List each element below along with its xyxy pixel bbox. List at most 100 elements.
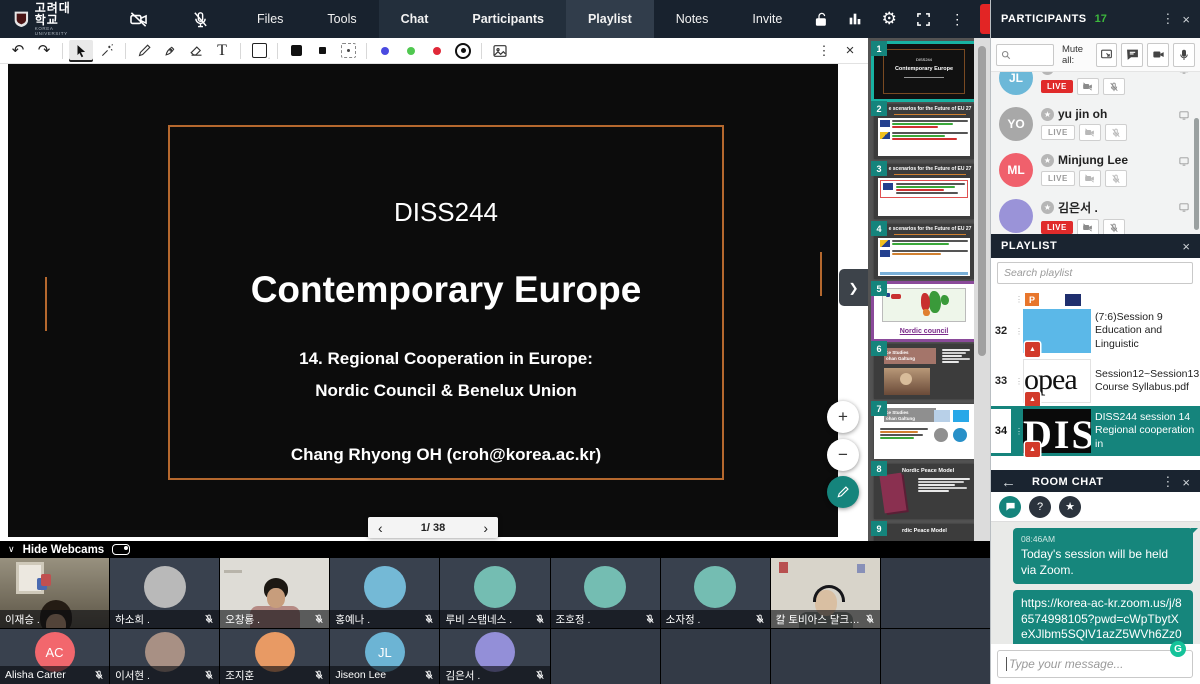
webcam-tile[interactable]: 조호정 . (551, 558, 660, 628)
playlist-close-icon[interactable]: × (1182, 239, 1190, 254)
thumbnail-scrollbar-thumb[interactable] (978, 46, 986, 356)
webcam-tile[interactable]: 이재승 . (0, 558, 109, 628)
drag-handle-icon[interactable]: ⋮ (1015, 377, 1019, 386)
help-tab-icon[interactable]: ? (1029, 496, 1051, 518)
chat-message-link[interactable]: https://korea-ac-kr.zoom.us/j/8657499810… (1013, 590, 1193, 644)
playlist-item-partial[interactable]: ⋮ P (991, 292, 1200, 306)
webcam-tile[interactable]: 하소희 . (110, 558, 219, 628)
camera-off-icon[interactable] (1077, 78, 1099, 95)
color-green[interactable] (399, 40, 423, 62)
redo-icon[interactable]: ↷ (32, 40, 56, 62)
playlist-item-32[interactable]: 32 ⋮ ▲ (7:6)Session 9 Education and Ling… (991, 306, 1200, 356)
next-page-icon[interactable]: › (483, 521, 488, 535)
slide-thumb-1[interactable]: 1 DISS244 Contemporary Europe (874, 44, 974, 99)
pen-nib-tool[interactable] (158, 40, 182, 62)
undo-icon[interactable]: ↶ (6, 40, 30, 62)
webcam-toggle-icon[interactable] (112, 544, 130, 555)
monitor-icon[interactable] (1178, 202, 1190, 213)
text-tool[interactable]: T (210, 40, 234, 62)
chevron-down-icon[interactable]: ∨ (8, 544, 15, 555)
chat-message-input[interactable]: Type your message... G (997, 650, 1193, 678)
participants-more-icon[interactable]: ⋮ (1161, 11, 1174, 27)
webcam-tile[interactable]: 이서현 . (110, 629, 219, 684)
webcam-tile[interactable]: 조지훈 (220, 629, 329, 684)
slide-thumb-7[interactable]: 7 ce Studies ohan Galtung (874, 404, 974, 459)
playlist-item-33[interactable]: 33 ⋮ opea▲ Session12~Session13 Course Sy… (991, 356, 1200, 406)
participants-scrollbar-thumb[interactable] (1194, 118, 1199, 230)
participants-search-input[interactable] (996, 44, 1054, 66)
webcam-tile[interactable]: AC Alisha Carter (0, 629, 109, 684)
menu-chat[interactable]: Chat (379, 0, 451, 38)
webcam-tile[interactable]: 오창룡 . (220, 558, 329, 628)
playlist-item-34-selected[interactable]: 34 ⋮ DIS▲ DISS244 session 14 Regional co… (991, 406, 1200, 456)
room-chat-close-icon[interactable]: × (1182, 475, 1190, 490)
prev-page-icon[interactable]: ‹ (378, 521, 383, 535)
menu-invite[interactable]: Invite (730, 0, 804, 38)
menu-tools[interactable]: Tools (305, 0, 378, 38)
webcam-tile[interactable]: JL Jiseon Lee (330, 629, 439, 684)
stats-icon[interactable] (838, 11, 872, 27)
menu-participants[interactable]: Participants (450, 0, 566, 38)
camera-off-icon[interactable] (1077, 219, 1099, 234)
webcam-tile[interactable]: 소자정 . (661, 558, 770, 628)
monitor-icon[interactable] (1178, 72, 1190, 75)
room-chat-more-icon[interactable]: ⋮ (1161, 474, 1174, 490)
webcam-tile[interactable]: 칼 토비아스 달크비스... (771, 558, 880, 628)
select-cursor-tool[interactable] (69, 40, 93, 62)
settings-gear-icon[interactable]: ⚙ (872, 9, 906, 29)
toolbar-more-icon[interactable]: ⋮ (812, 40, 836, 62)
participant-row[interactable]: ★김은서 . LIVE (991, 194, 1200, 234)
pencil-tool[interactable] (132, 40, 156, 62)
shape-tool[interactable]: ▫ (247, 40, 271, 62)
slide-thumb-5[interactable]: 5 Nordic council (874, 284, 974, 339)
slide-thumb-3[interactable]: 3 e scenarios for the Future of EU 27 (874, 164, 974, 219)
mute-all-cameras-button[interactable] (1147, 43, 1169, 67)
slide-thumb-6[interactable]: 6 ce Studies ohan Galtung (874, 344, 974, 399)
slide-thumb-4[interactable]: 4 e scenarios for the Future of EU 27 (874, 224, 974, 279)
stroke-size-small[interactable] (310, 40, 334, 62)
participant-row[interactable]: JL ★Jiseon Lee LIVE (991, 72, 1200, 102)
webcam-tile[interactable]: 루비 스탬네스 . (440, 558, 549, 628)
back-arrow-icon[interactable]: ← (1001, 474, 1016, 491)
thumbnail-collapse-handle[interactable]: ❯ (839, 269, 868, 306)
thumbnail-scrollbar-track[interactable] (974, 38, 990, 541)
mic-off-icon[interactable] (1105, 170, 1127, 187)
color-blue[interactable] (373, 40, 397, 62)
monitor-icon[interactable] (1178, 110, 1190, 121)
color-red[interactable] (425, 40, 449, 62)
webcam-tile[interactable]: 홍예나 . (330, 558, 439, 628)
drag-handle-icon[interactable]: ⋮ (1015, 327, 1019, 336)
grammarly-icon[interactable]: G (1170, 641, 1186, 657)
mic-off-icon[interactable] (192, 0, 209, 38)
slide-stage[interactable]: DISS244 Contemporary Europe 14. Regional… (8, 64, 838, 537)
stroke-size-dotted[interactable] (336, 40, 360, 62)
playlist-search-input[interactable]: Search playlist (997, 262, 1193, 284)
slide-thumb-9[interactable]: 9 rdic Peace Model (874, 524, 974, 541)
draw-pencil-button[interactable] (827, 476, 859, 508)
menu-files[interactable]: Files (235, 0, 305, 38)
insert-image-tool[interactable] (488, 40, 512, 62)
eraser-tool[interactable] (184, 40, 208, 62)
mute-all-chat-button[interactable] (1121, 43, 1143, 67)
monitor-icon[interactable] (1178, 156, 1190, 167)
laser-wand-tool[interactable] (95, 40, 119, 62)
camera-off-icon[interactable] (129, 0, 148, 38)
zoom-out-button[interactable]: − (827, 439, 859, 471)
slide-thumb-2[interactable]: 2 e scenarios for the Future of EU 27 (874, 104, 974, 159)
color-black-selected[interactable] (451, 40, 475, 62)
menu-playlist[interactable]: Playlist (566, 0, 654, 38)
mic-off-icon[interactable] (1103, 78, 1125, 95)
more-options-icon[interactable]: ⋮ (940, 11, 974, 28)
toolbar-close-icon[interactable]: × (838, 40, 862, 62)
starred-tab-icon[interactable]: ★ (1059, 496, 1081, 518)
zoom-in-button[interactable]: + (827, 401, 859, 433)
participant-row[interactable]: YO ★yu jin oh LIVE (991, 102, 1200, 148)
mute-all-mics-button[interactable] (1173, 43, 1195, 67)
stroke-size-large[interactable] (284, 40, 308, 62)
camera-off-icon[interactable] (1079, 170, 1101, 187)
fullscreen-icon[interactable] (906, 12, 940, 27)
slide-thumb-8[interactable]: 8 Nordic Peace Model (874, 464, 974, 519)
participant-row[interactable]: ML ★Minjung Lee LIVE (991, 148, 1200, 194)
mute-all-screens-button[interactable] (1096, 43, 1118, 67)
chat-tab-icon[interactable] (999, 496, 1021, 518)
